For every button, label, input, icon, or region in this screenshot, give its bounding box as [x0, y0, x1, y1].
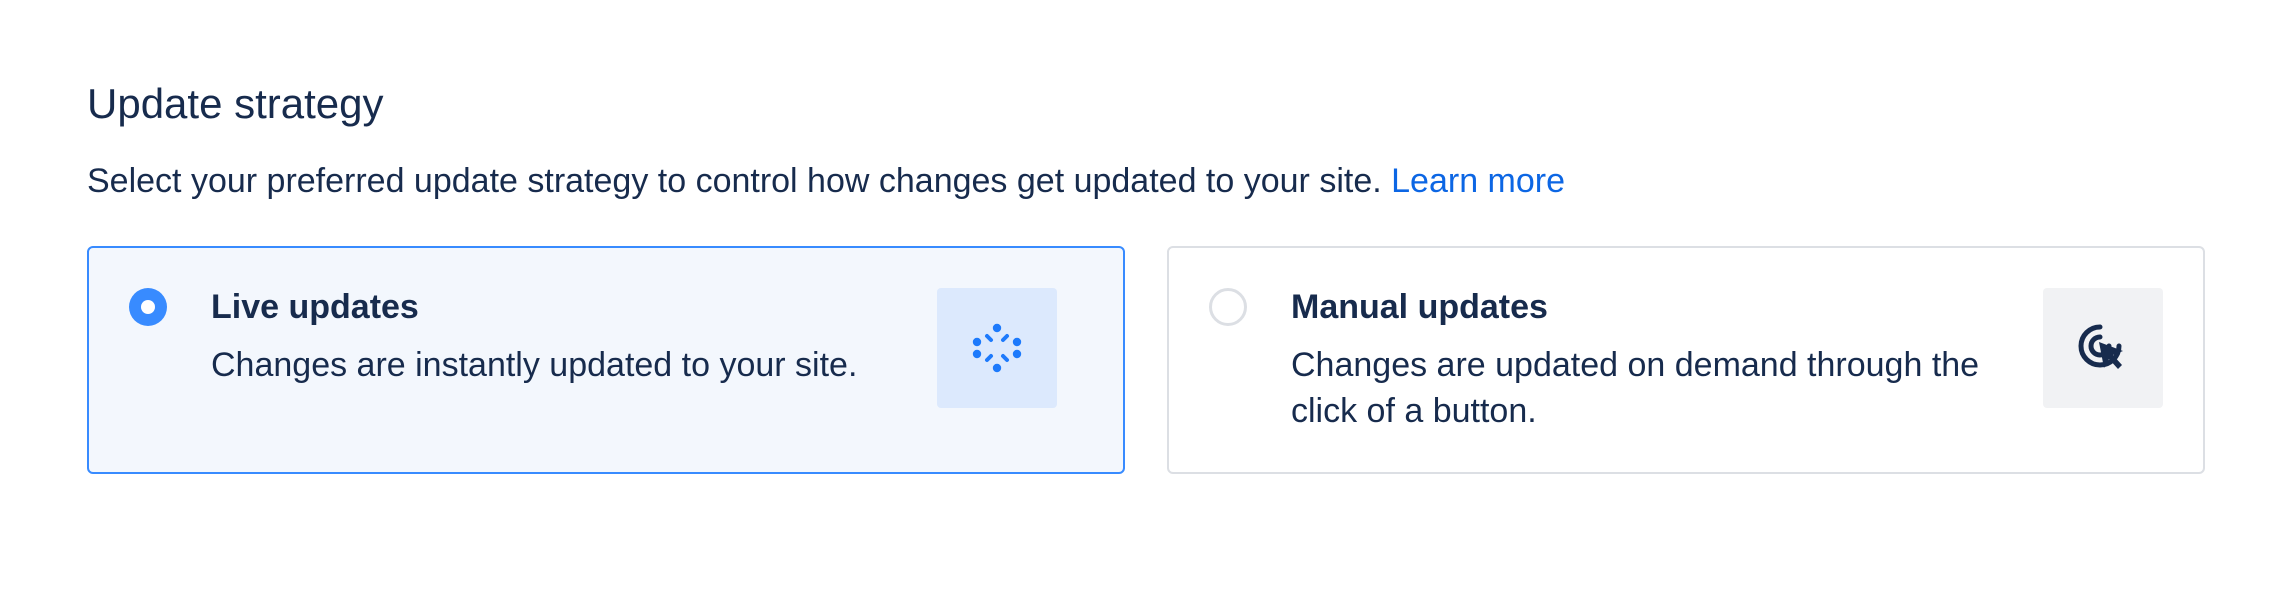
live-updates-option[interactable]: Live updates Changes are instantly updat…	[87, 246, 1125, 474]
manual-updates-option[interactable]: Manual updates Changes are updated on de…	[1167, 246, 2205, 474]
section-description: Select your preferred update strategy to…	[87, 158, 1565, 204]
option-title: Live updates	[211, 288, 419, 326]
strategy-options: Live updates Changes are instantly updat…	[87, 246, 2207, 476]
manual-updates-radio[interactable]	[1209, 288, 1247, 326]
learn-more-link[interactable]: Learn more	[1391, 162, 1565, 200]
option-description: Changes are instantly updated to your si…	[211, 346, 858, 384]
option-description: Changes are updated on demand through th…	[1291, 346, 1980, 430]
section-title: Update strategy	[87, 80, 384, 127]
live-updates-radio[interactable]	[129, 288, 167, 326]
live-sync-icon	[937, 288, 1057, 408]
cursor-click-icon	[2043, 288, 2163, 408]
section-description-text: Select your preferred update strategy to…	[87, 162, 1382, 200]
option-title: Manual updates	[1291, 288, 1548, 326]
